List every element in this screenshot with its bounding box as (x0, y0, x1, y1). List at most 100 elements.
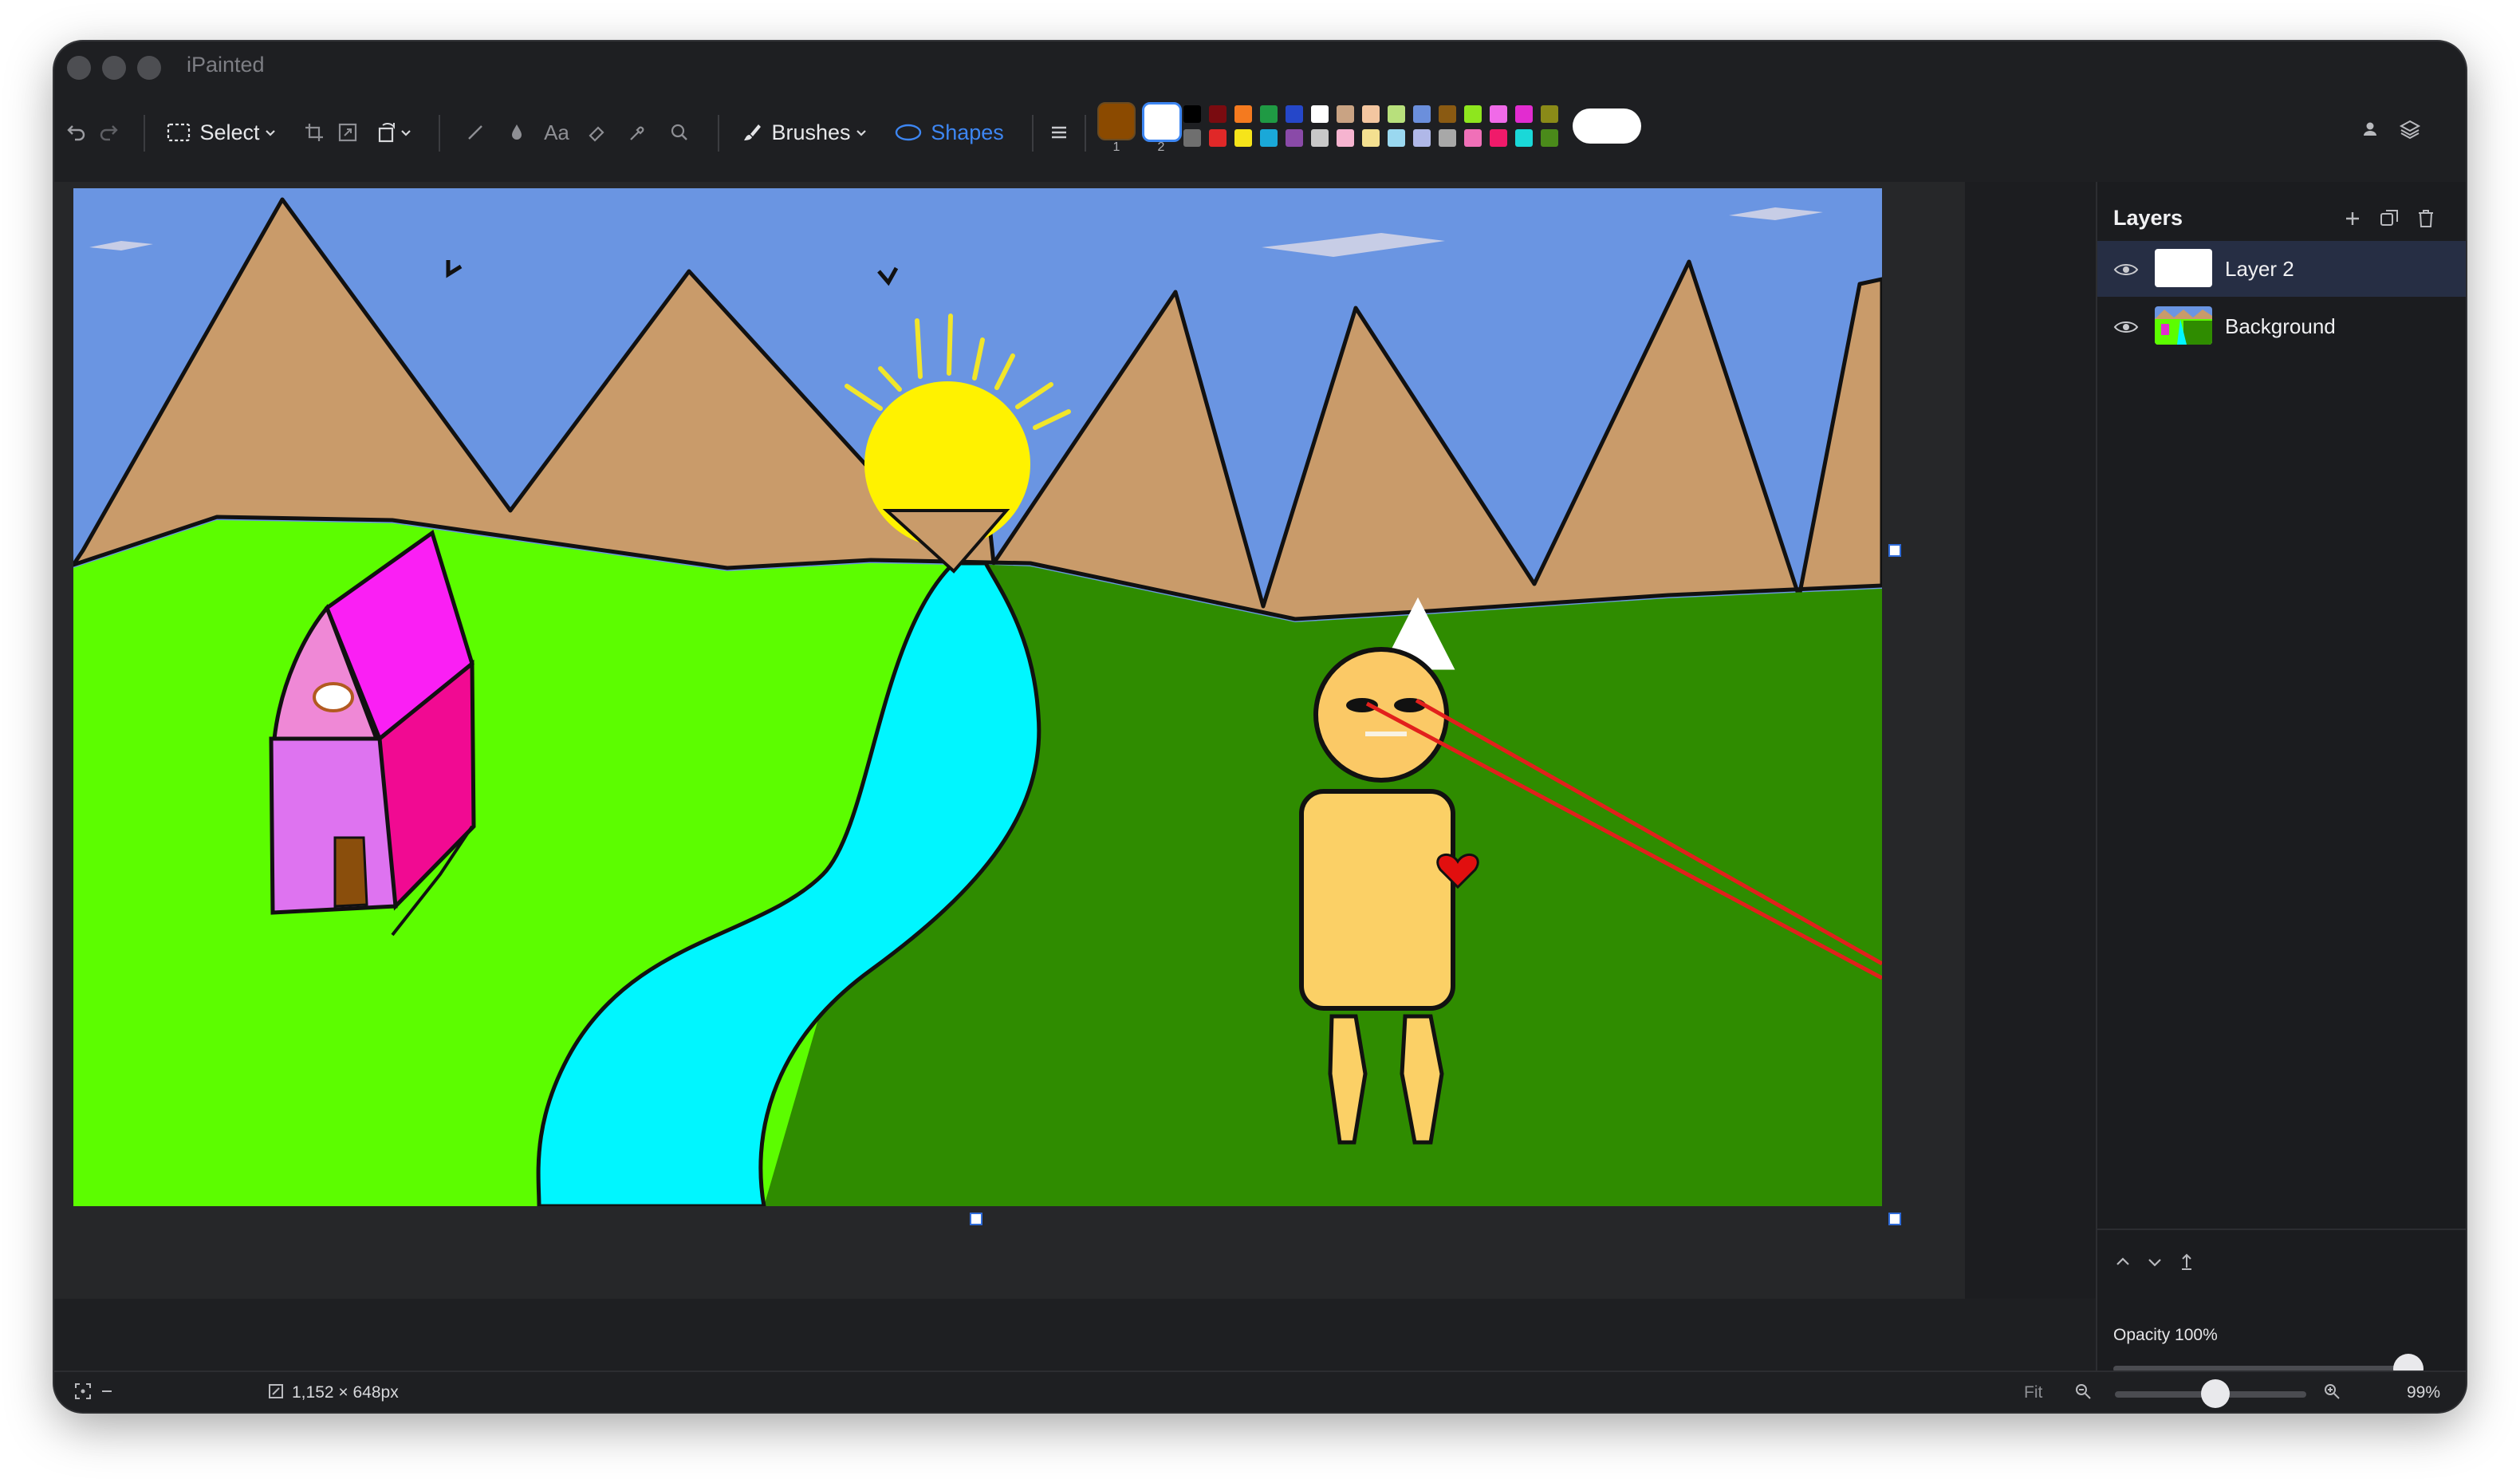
redo-button[interactable] (93, 112, 124, 153)
shapes-label: Shapes (931, 120, 1004, 144)
resize-handle-bottom-right[interactable] (1888, 1213, 1901, 1225)
trash-icon (2419, 210, 2433, 227)
resize-handle-bottom[interactable] (970, 1213, 982, 1225)
palette-color-swatch[interactable] (1286, 105, 1303, 123)
add-layer-button[interactable] (2337, 198, 2368, 239)
palette-color-swatch[interactable] (1541, 129, 1558, 147)
palette-color-swatch[interactable] (1413, 129, 1431, 147)
primary-color-swatch[interactable] (1097, 102, 1136, 140)
zoom-in-magnifier-button[interactable] (2319, 1375, 2345, 1407)
eye-icon (2113, 321, 2139, 333)
drawing-canvas[interactable] (73, 188, 1882, 1206)
palette-color-swatch[interactable] (1362, 105, 1380, 123)
palette-color-swatch[interactable] (1260, 105, 1278, 123)
app-title: iPainted (187, 53, 265, 77)
secondary-color-swatch[interactable] (1142, 102, 1182, 142)
palette-color-swatch[interactable] (1209, 105, 1227, 123)
merge-layer-down-button[interactable] (2172, 1241, 2201, 1283)
close-window-button[interactable] (67, 56, 91, 80)
zoom-in-icon (2325, 1384, 2340, 1399)
toolbar-divider (718, 115, 719, 152)
layers-panel: Layers Layer 2 Background Opacity 100% (2096, 182, 2466, 1384)
resize-handle-right[interactable] (1888, 544, 1901, 557)
line-tool-button[interactable] (459, 112, 491, 153)
resize-icon (338, 123, 357, 142)
select-dropdown[interactable]: Select (163, 112, 281, 153)
palette-color-swatch[interactable] (1337, 105, 1354, 123)
palette-color-swatch[interactable] (1337, 129, 1354, 147)
layer-name: Layer 2 (2225, 257, 2294, 281)
layer-row-background[interactable]: Background (2097, 298, 2466, 354)
chevron-down-icon (265, 130, 275, 136)
palette-color-swatch[interactable] (1183, 129, 1201, 147)
palette-color-swatch[interactable] (1439, 105, 1456, 123)
text-tool-button[interactable]: Aa (539, 112, 574, 153)
fill-tool-button[interactable] (501, 112, 533, 153)
palette-color-swatch[interactable] (1311, 129, 1329, 147)
focus-mode-button[interactable] (70, 1375, 96, 1407)
palette-color-swatch[interactable] (1464, 129, 1482, 147)
move-layer-down-button[interactable] (2140, 1241, 2169, 1283)
line-icon (468, 125, 482, 140)
layer-row-layer-2[interactable]: Layer 2 (2097, 241, 2466, 297)
account-button[interactable] (2354, 108, 2386, 150)
minimize-window-button[interactable] (102, 56, 126, 80)
brush-size-preview[interactable] (1573, 108, 1641, 144)
palette-color-swatch[interactable] (1260, 129, 1278, 147)
stroke-options-button[interactable] (1043, 112, 1075, 153)
layer-visibility-toggle[interactable] (2110, 306, 2142, 348)
zoom-out-button[interactable] (96, 1375, 118, 1407)
palette-color-swatch[interactable] (1234, 105, 1252, 123)
rotate-transform-icon (378, 123, 395, 143)
palette-color-swatch[interactable] (1464, 105, 1482, 123)
layer-name: Background (2225, 314, 2336, 338)
crop-tool-button[interactable] (298, 112, 330, 153)
transform-dropdown[interactable] (367, 112, 421, 153)
resize-square-icon (269, 1384, 283, 1398)
undo-button[interactable] (61, 112, 93, 153)
delete-layer-button[interactable] (2410, 198, 2442, 239)
layers-stack-icon (2399, 120, 2421, 140)
move-layer-up-button[interactable] (2109, 1241, 2137, 1283)
minus-icon (102, 1390, 112, 1392)
palette-color-swatch[interactable] (1490, 129, 1507, 147)
palette-color-swatch[interactable] (1362, 129, 1380, 147)
palette-color-swatch[interactable] (1286, 129, 1303, 147)
palette-color-swatch[interactable] (1490, 105, 1507, 123)
palette-color-swatch[interactable] (1311, 105, 1329, 123)
palette-color-swatch[interactable] (1515, 105, 1533, 123)
chevron-down-icon (401, 130, 411, 136)
fit-button[interactable]: Fit (2024, 1383, 2042, 1402)
palette-color-swatch[interactable] (1413, 105, 1431, 123)
shapes-button[interactable]: Shapes (884, 112, 1014, 153)
toolbar-divider (439, 115, 440, 152)
palette-color-swatch[interactable] (1541, 105, 1558, 123)
layer-visibility-toggle[interactable] (2110, 249, 2142, 290)
zoom-slider-knob[interactable] (2200, 1379, 2230, 1408)
eye-icon (2113, 264, 2139, 275)
merge-down-icon (2182, 1253, 2191, 1270)
layers-toggle-button[interactable] (2394, 108, 2426, 150)
palette-color-swatch[interactable] (1388, 129, 1405, 147)
redo-icon (100, 125, 118, 141)
palette-color-swatch[interactable] (1388, 105, 1405, 123)
eyedropper-icon (630, 126, 644, 140)
status-bar: 1,152 × 648px Fit 99% (54, 1371, 2466, 1412)
palette-color-swatch[interactable] (1183, 105, 1201, 123)
primary-swatch-number: 1 (1112, 140, 1120, 154)
palette-color-swatch[interactable] (1234, 129, 1252, 147)
brushes-dropdown[interactable]: Brushes (734, 112, 876, 153)
palette-color-swatch[interactable] (1439, 129, 1456, 147)
ellipse-shape-icon (896, 124, 922, 141)
zoom-window-button[interactable] (137, 56, 161, 80)
text-aa-icon: Aa (544, 120, 569, 144)
person-icon (2364, 122, 2376, 136)
eyedropper-tool-button[interactable] (622, 112, 654, 153)
eraser-tool-button[interactable] (581, 112, 612, 153)
palette-color-swatch[interactable] (1515, 129, 1533, 147)
resize-tool-button[interactable] (332, 112, 364, 153)
zoom-out-magnifier-button[interactable] (2070, 1375, 2096, 1407)
zoom-tool-button[interactable] (663, 112, 695, 153)
palette-color-swatch[interactable] (1209, 129, 1227, 147)
duplicate-layer-button[interactable] (2373, 198, 2405, 239)
